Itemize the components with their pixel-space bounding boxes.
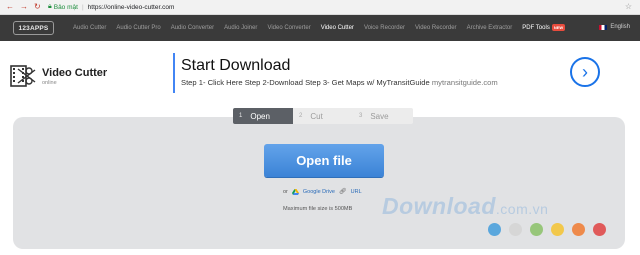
watermark-dot [593,223,606,236]
nav-item-audio-joiner[interactable]: Audio Joiner [219,25,262,31]
nav-item-video-recorder[interactable]: Video Recorder [410,25,462,31]
step-label: Save [370,111,389,121]
language-selector[interactable]: English [599,24,630,30]
nav-item-audio-converter[interactable]: Audio Converter [166,25,219,31]
watermark-dot [488,223,501,236]
chevron-right-icon[interactable]: › [570,57,600,87]
step-number: 2 [299,113,303,119]
step-label: Cut [310,111,323,121]
bookmark-star-icon[interactable]: ☆ [625,2,632,11]
site-logo[interactable]: 123APPS [13,21,54,35]
app-title-block: Video Cutter online [42,67,107,86]
link-icon: 🔗︎ [339,189,347,195]
secure-label: Bảo mật [53,3,78,11]
watermark-dots [488,223,606,236]
top-navigation: 123APPS Audio Cutter Audio Cutter Pro Au… [0,15,640,41]
nav-item-audio-cutter-pro[interactable]: Audio Cutter Pro [111,25,165,31]
nav-item-voice-recorder[interactable]: Voice Recorder [359,25,410,31]
film-scissors-icon [10,65,36,87]
browser-address-bar: ← → ↻ 🔒︎ Bảo mật | https://online-video-… [0,0,640,15]
nav-item-pdf-tools[interactable]: PDF Tools NEW [517,23,570,32]
watermark-dot [551,223,564,236]
nav-item-audio-cutter[interactable]: Audio Cutter [68,25,111,31]
step-number: 1 [239,113,243,119]
forward-arrow-icon[interactable]: → [20,3,28,11]
browser-nav: ← → ↻ [0,3,46,11]
nav-items: Audio Cutter Audio Cutter Pro Audio Conv… [68,23,570,32]
step-open: 1 Open [233,108,293,124]
step-cut: 2 Cut [293,108,353,124]
alternate-sources: or Google Drive 🔗︎ URL [283,188,362,195]
url-separator: | [81,3,84,11]
ad-headline[interactable]: Start Download [181,57,290,75]
ad-description: Step 1- Click Here Step 2-Download Step … [181,78,498,87]
url-link[interactable]: URL [351,189,362,195]
new-badge: NEW [551,23,566,31]
max-file-size-note: Maximum file size is 500MB [283,206,353,212]
watermark-suffix: .com.vn [495,201,549,217]
watermark-text: Download [382,193,496,219]
step-indicator: 1 Open 2 Cut 3 Save [233,108,413,124]
app-title: Video Cutter [42,66,108,79]
step-save: 3 Save [353,108,413,124]
open-file-button[interactable]: Open file [264,144,384,177]
nav-item-video-cutter[interactable]: Video Cutter [316,25,359,31]
reload-icon[interactable]: ↻ [34,3,41,11]
nav-item-archive-extractor[interactable]: Archive Extractor [462,25,518,31]
language-label: English [610,24,630,30]
url-text[interactable]: https://online-video-cutter.com [88,4,175,11]
watermark-dot [530,223,543,236]
app-subtitle: online [42,79,57,86]
step-number: 3 [359,113,363,119]
lock-icon: 🔒︎ [48,3,52,10]
nav-item-video-converter[interactable]: Video Converter [262,25,315,31]
watermark-dot [572,223,585,236]
uk-flag-icon [599,24,608,30]
step-label: Open [250,111,270,121]
ad-description-text: Step 1- Click Here Step 2-Download Step … [181,78,430,87]
google-drive-icon [291,188,299,195]
app-header: Video Cutter online [10,56,160,96]
back-arrow-icon[interactable]: ← [6,3,14,11]
nav-item-pdf-tools-label: PDF Tools [522,25,550,32]
watermark-dot [509,223,522,236]
ad-banner[interactable]: Start Download Step 1- Click Here Step 2… [173,53,615,93]
watermark: Download.com.vn [382,193,548,220]
google-drive-link[interactable]: Google Drive [303,189,335,195]
ad-domain: mytransitguide.com [431,78,498,87]
or-label: or [283,188,288,195]
